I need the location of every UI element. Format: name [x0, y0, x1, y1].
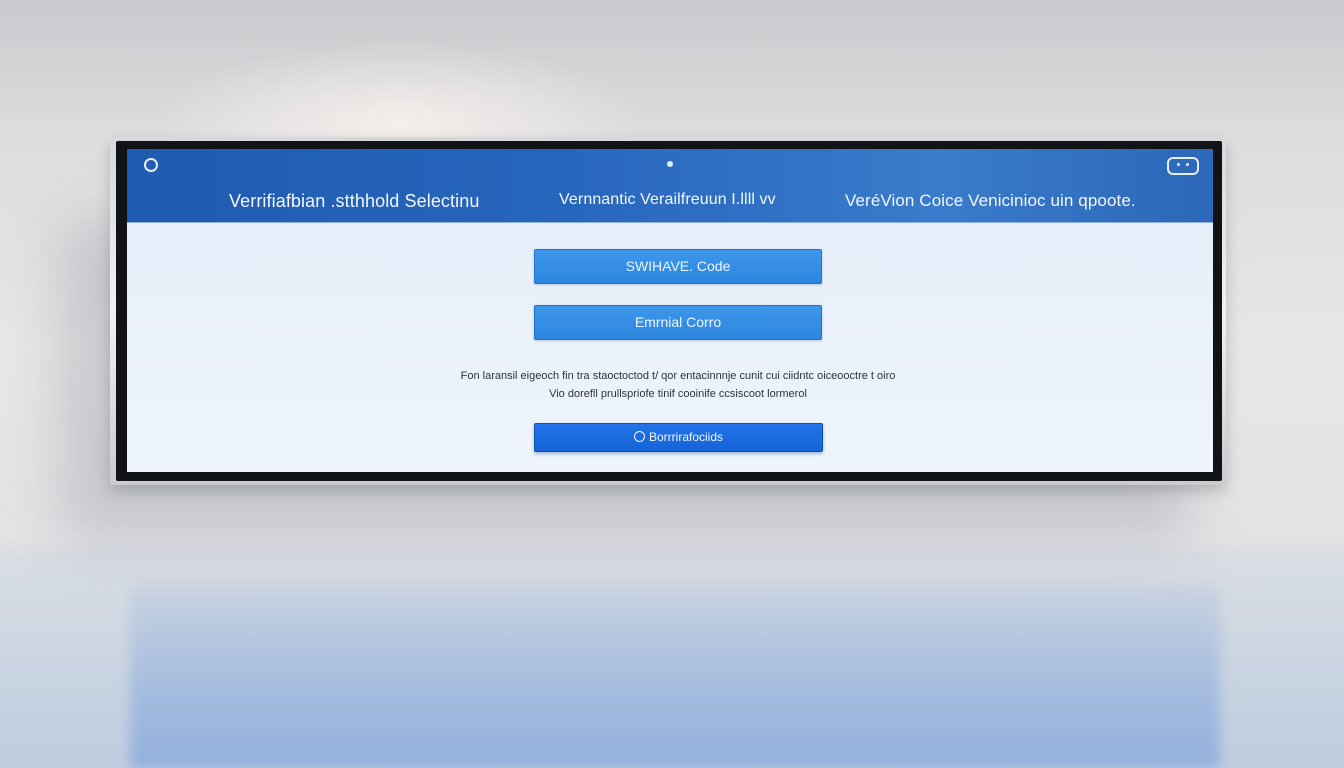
primary-button[interactable]: Borrrirafociids: [534, 423, 823, 452]
email-code-button[interactable]: Emrnial Corro: [534, 305, 822, 340]
description-line-2: Vio dorefll prullspriofe tinif cooinife …: [549, 388, 807, 400]
camera-dot-icon: [667, 161, 673, 167]
device-icon[interactable]: [1167, 157, 1199, 175]
floor-reflection: [130, 585, 1220, 768]
screen: Verrifiafbian .stthhold Selectinu Vernna…: [127, 149, 1213, 472]
tab-voice-code[interactable]: VeréVion Coice Venicinioc uin qpoote.: [845, 191, 1136, 211]
tab-version[interactable]: Vernnantic Verailfreuun I.llll vv: [559, 191, 776, 209]
description-line-1: Fon laransil eigeoch fin tra staoctoctod…: [460, 370, 896, 382]
circle-icon: [633, 431, 645, 442]
share-code-button[interactable]: SWIHAVE. Code: [534, 249, 822, 284]
monitor-bezel: Verrifiafbian .stthhold Selectinu Vernna…: [116, 141, 1222, 481]
monitor: Verrifiafbian .stthhold Selectinu Vernna…: [110, 137, 1226, 485]
primary-button-label: Borrrirafociids: [648, 430, 723, 444]
tab-selection[interactable]: Verrifiafbian .stthhold Selectinu: [229, 191, 479, 212]
header-bar: Verrifiafbian .stthhold Selectinu Vernna…: [127, 149, 1213, 223]
power-icon[interactable]: [144, 158, 158, 172]
